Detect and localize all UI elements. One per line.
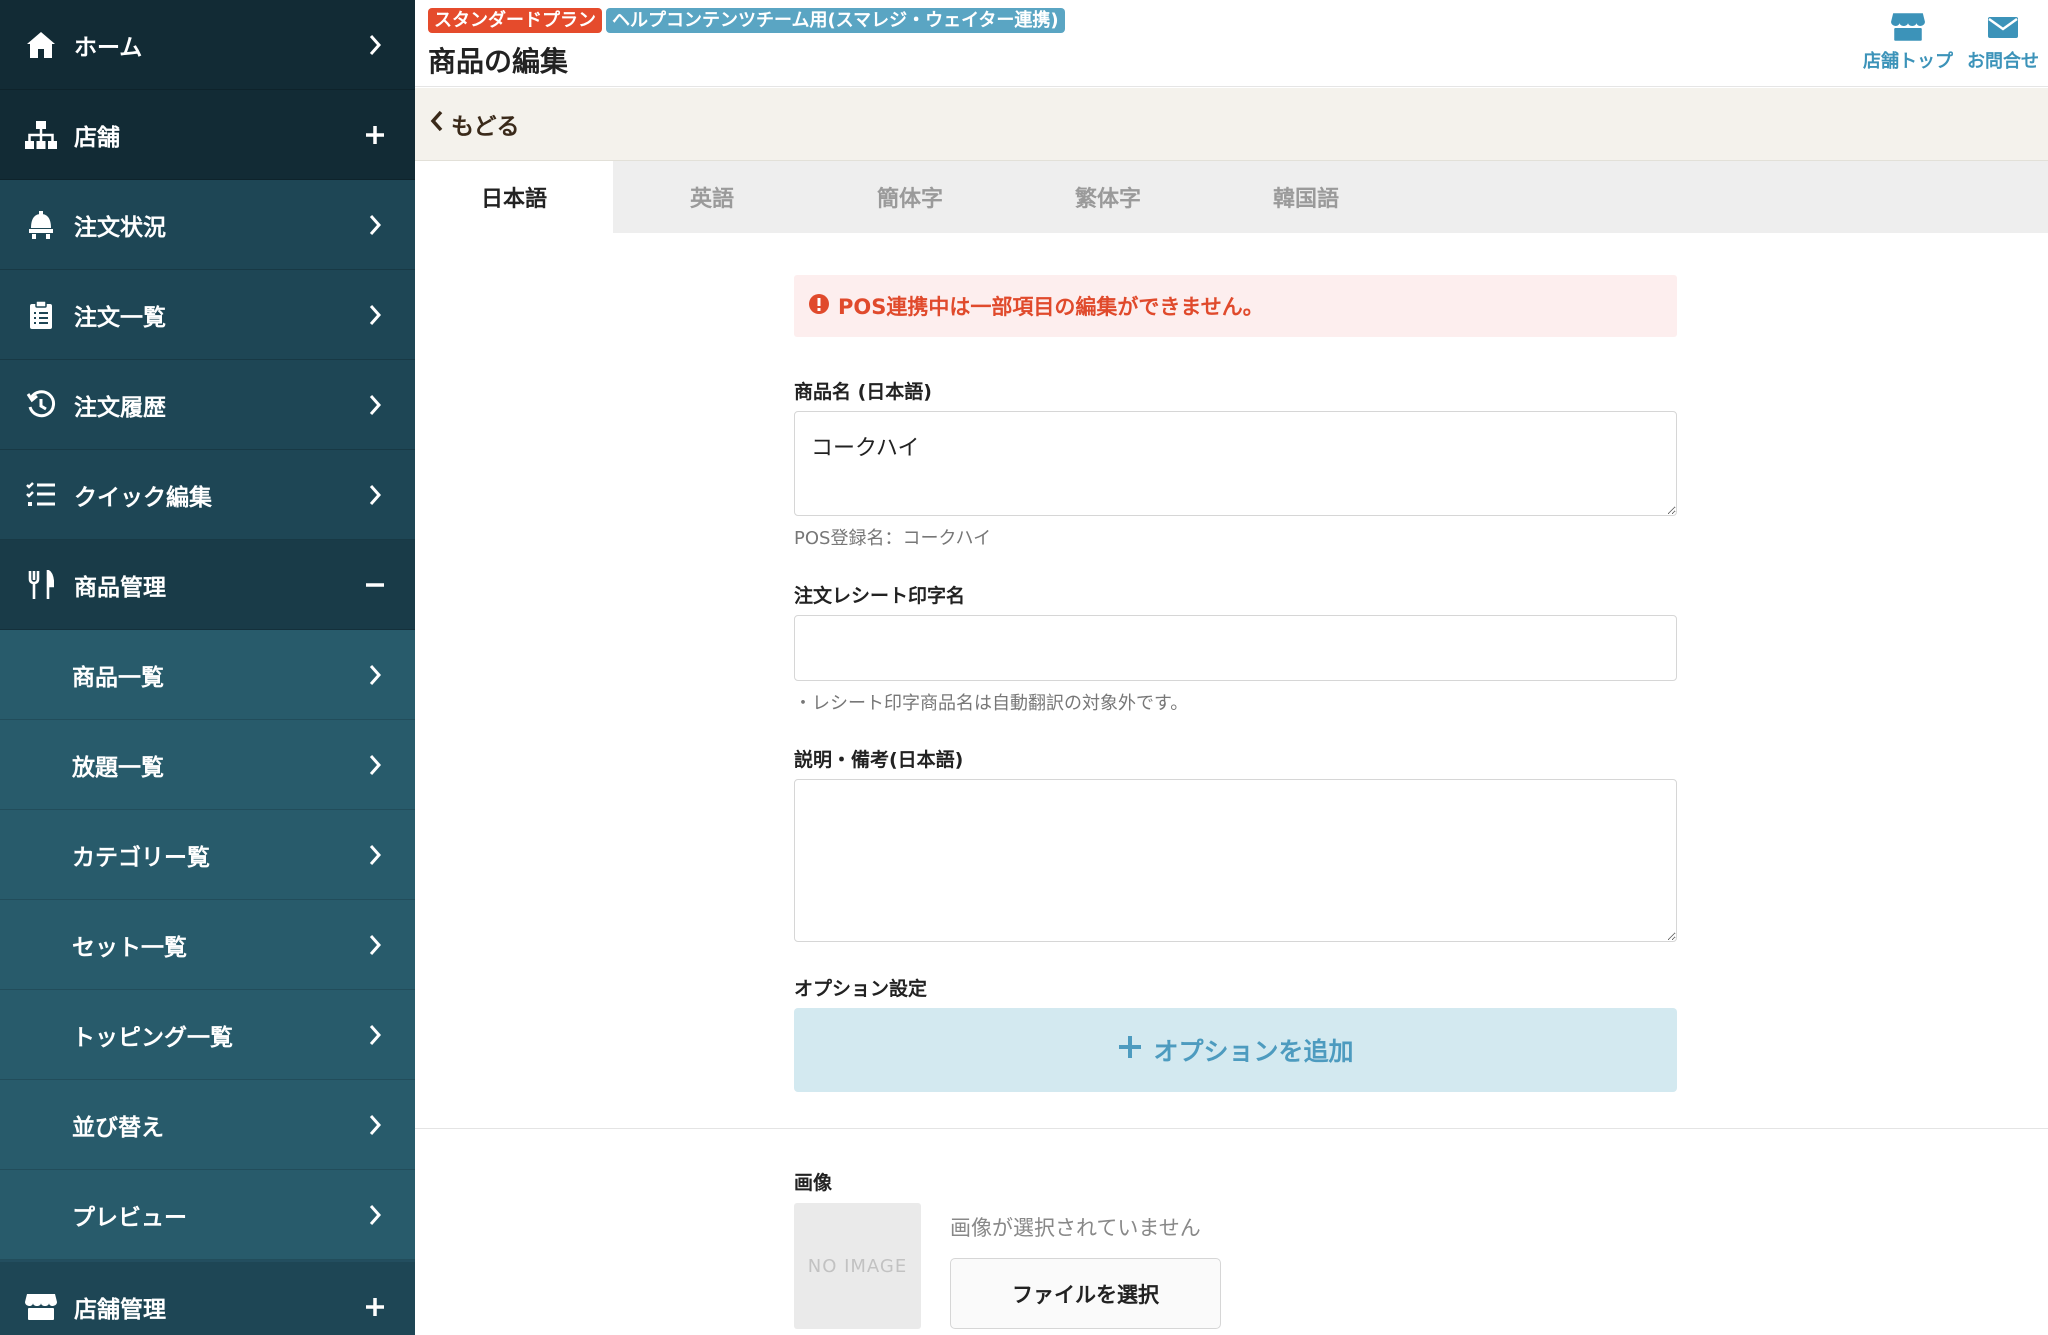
sidebar-item-product-list[interactable]: 商品一覧 bbox=[0, 630, 415, 720]
chevron-right-icon bbox=[355, 214, 395, 236]
tab-korean[interactable]: 韓国語 bbox=[1207, 161, 1405, 233]
contact-link[interactable]: お問合せ bbox=[1967, 12, 2039, 73]
chevron-right-icon bbox=[355, 1024, 395, 1046]
back-bar: もどる bbox=[415, 88, 2048, 161]
sidebar-item-label: クイック編集 bbox=[74, 484, 212, 511]
sidebar-item-topping-list[interactable]: トッピング一覧 bbox=[0, 990, 415, 1080]
chevron-right-icon bbox=[355, 394, 395, 416]
product-name-label: 商品名 (日本語) bbox=[794, 381, 932, 403]
sidebar-item-order-status[interactable]: 注文状況 bbox=[0, 180, 415, 270]
plus-icon bbox=[355, 124, 395, 146]
contact-label: お問合せ bbox=[1967, 51, 2039, 72]
chevron-right-icon bbox=[355, 34, 395, 56]
sidebar-item-label: 店舗 bbox=[74, 124, 120, 151]
plus-icon bbox=[355, 1296, 395, 1318]
sidebar-item-label: トッピング一覧 bbox=[72, 1024, 233, 1051]
envelope-icon bbox=[1987, 12, 2019, 47]
sidebar-item-label: 注文一覧 bbox=[74, 304, 166, 331]
sidebar-item-label: 並び替え bbox=[72, 1114, 164, 1141]
language-tabs: 日本語 英語 簡体字 繁体字 韓国語 bbox=[415, 161, 2048, 233]
tab-english[interactable]: 英語 bbox=[613, 161, 811, 233]
plus-icon bbox=[1117, 1033, 1143, 1068]
chevron-left-icon bbox=[429, 110, 445, 138]
sidebar-item-home[interactable]: ホーム bbox=[0, 0, 415, 90]
file-status-text: 画像が選択されていません bbox=[950, 1216, 1201, 1240]
utensils-icon bbox=[24, 568, 58, 602]
receipt-name-label: 注文レシート印字名 bbox=[794, 585, 966, 607]
sidebar-item-label: 注文状況 bbox=[74, 214, 166, 241]
chevron-right-icon bbox=[355, 664, 395, 686]
back-label: もどる bbox=[451, 114, 520, 140]
sidebar-item-all-you-can-list[interactable]: 放題一覧 bbox=[0, 720, 415, 810]
store-icon bbox=[24, 1290, 58, 1324]
sidebar-item-label: カテゴリー覧 bbox=[72, 844, 210, 871]
tab-simplified-chinese[interactable]: 簡体字 bbox=[811, 161, 1009, 233]
sidebar-item-sort[interactable]: 並び替え bbox=[0, 1080, 415, 1170]
option-settings-label: オプション設定 bbox=[794, 978, 928, 1000]
section-divider bbox=[415, 1128, 2048, 1129]
plan-badge: スタンダードプラン bbox=[428, 8, 602, 33]
sidebar-item-label: 商品管理 bbox=[74, 574, 166, 601]
add-option-button[interactable]: オプションを追加 bbox=[794, 1008, 1677, 1092]
sidebar-item-order-list[interactable]: 注文一覧 bbox=[0, 270, 415, 360]
store-top-label: 店舗トップ bbox=[1863, 51, 1953, 72]
sitemap-icon bbox=[24, 118, 58, 152]
receipt-help: ・レシート印字商品名は自動翻訳の対象外です。 bbox=[794, 693, 1189, 714]
tab-traditional-chinese[interactable]: 繁体字 bbox=[1009, 161, 1207, 233]
image-placeholder: NO IMAGE bbox=[794, 1203, 921, 1329]
description-input[interactable] bbox=[794, 779, 1677, 942]
image-label: 画像 bbox=[794, 1172, 833, 1194]
sidebar-item-label: 放題一覧 bbox=[72, 754, 164, 781]
chevron-right-icon bbox=[355, 754, 395, 776]
chevron-right-icon bbox=[355, 1114, 395, 1136]
back-link[interactable]: もどる bbox=[429, 107, 520, 141]
product-name-input[interactable]: コークハイ bbox=[794, 411, 1677, 516]
bell-icon bbox=[24, 208, 58, 242]
chevron-right-icon bbox=[355, 484, 395, 506]
sidebar-item-quick-edit[interactable]: クイック編集 bbox=[0, 450, 415, 540]
chevron-right-icon bbox=[355, 1204, 395, 1226]
add-option-label: オプションを追加 bbox=[1153, 1037, 1354, 1066]
header: スタンダードプラン ヘルプコンテンツチーム用(スマレジ・ウェイター連携) 商品の… bbox=[415, 0, 2048, 87]
sidebar-item-preview[interactable]: プレビュー bbox=[0, 1170, 415, 1260]
chevron-right-icon bbox=[355, 304, 395, 326]
store-top-link[interactable]: 店舗トップ bbox=[1863, 12, 1953, 73]
sidebar-item-store-management[interactable]: 店舗管理 bbox=[0, 1262, 415, 1335]
page-title: 商品の編集 bbox=[428, 45, 569, 78]
sidebar-item-label: 注文履歴 bbox=[74, 394, 166, 421]
sidebar-item-label: ホーム bbox=[74, 34, 143, 61]
store-icon bbox=[1890, 12, 1926, 47]
description-label: 説明・備考(日本語) bbox=[794, 749, 964, 771]
sidebar-item-label: 店舗管理 bbox=[74, 1296, 166, 1323]
choose-file-button[interactable]: ファイルを選択 bbox=[950, 1258, 1221, 1329]
list-check-icon bbox=[24, 478, 58, 512]
store-badge: ヘルプコンテンツチーム用(スマレジ・ウェイター連携) bbox=[606, 8, 1065, 33]
chevron-right-icon bbox=[355, 844, 395, 866]
exclamation-circle-icon bbox=[808, 293, 830, 320]
alert-text: POS連携中は一部項目の編集ができません。 bbox=[838, 295, 1264, 319]
history-icon bbox=[24, 388, 58, 422]
tab-japanese[interactable]: 日本語 bbox=[415, 161, 613, 233]
sidebar-item-label: 商品一覧 bbox=[72, 664, 164, 691]
sidebar-item-label: プレビュー bbox=[72, 1204, 187, 1231]
sidebar-item-label: セット一覧 bbox=[72, 934, 187, 961]
sidebar-item-product-management[interactable]: 商品管理 bbox=[0, 540, 415, 630]
pos-name-help: POS登録名：コークハイ bbox=[794, 528, 992, 549]
receipt-name-input[interactable] bbox=[794, 615, 1677, 681]
pos-alert: POS連携中は一部項目の編集ができません。 bbox=[794, 275, 1677, 337]
sidebar: ホーム 店舗 注文状況 注文一覧 注文履歴 クイック編集 商品管理 商品一覧 放… bbox=[0, 0, 415, 1335]
chevron-right-icon bbox=[355, 934, 395, 956]
sidebar-item-store[interactable]: 店舗 bbox=[0, 90, 415, 180]
sidebar-item-category-list[interactable]: カテゴリー覧 bbox=[0, 810, 415, 900]
sidebar-item-order-history[interactable]: 注文履歴 bbox=[0, 360, 415, 450]
home-icon bbox=[24, 28, 58, 62]
minus-icon bbox=[355, 574, 395, 596]
sidebar-item-set-list[interactable]: セット一覧 bbox=[0, 900, 415, 990]
clipboard-icon bbox=[24, 298, 58, 332]
